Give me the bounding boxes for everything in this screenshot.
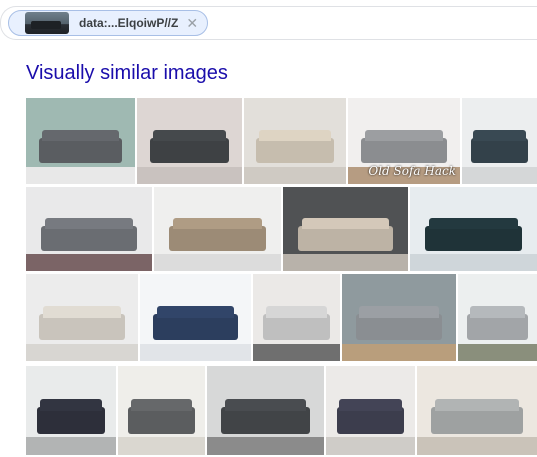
sofa-shape <box>431 406 523 434</box>
sofa-shape <box>128 406 195 434</box>
sofa-shape <box>361 137 447 164</box>
sofa-shape <box>355 314 443 341</box>
sofa-shape <box>153 314 238 341</box>
image-result[interactable] <box>253 274 340 361</box>
sofa-shape <box>39 314 125 341</box>
image-result[interactable] <box>458 274 537 361</box>
sofa-shape <box>169 225 266 251</box>
sofa-shape <box>39 137 122 164</box>
sofa-shape <box>336 406 405 434</box>
image-result[interactable] <box>417 366 537 455</box>
image-result[interactable] <box>118 366 205 455</box>
sofa-shape <box>298 225 393 251</box>
image-result[interactable] <box>154 187 281 271</box>
image-result[interactable] <box>137 98 242 184</box>
sofa-shape <box>149 137 230 164</box>
image-result[interactable] <box>244 98 346 184</box>
image-result[interactable] <box>342 274 456 361</box>
search-bar: data:...ElqoiwP//Z ✕ <box>0 0 537 44</box>
sofa-shape <box>36 406 106 434</box>
sofa-shape <box>256 137 334 164</box>
image-result[interactable] <box>26 187 152 271</box>
sofa-thumbnail <box>25 12 69 34</box>
image-result[interactable] <box>462 98 537 184</box>
image-result[interactable] <box>26 366 116 455</box>
chip-label: data:...ElqoiwP//Z <box>79 16 179 30</box>
image-result[interactable] <box>283 187 408 271</box>
image-result[interactable] <box>140 274 251 361</box>
image-result[interactable]: Old Sofa Hack <box>348 98 460 184</box>
sofa-shape <box>41 225 137 251</box>
image-result[interactable] <box>26 274 138 361</box>
image-result[interactable] <box>326 366 415 455</box>
image-result[interactable] <box>26 98 135 184</box>
sofa-shape <box>263 314 330 341</box>
sofa-shape <box>425 225 522 251</box>
image-result[interactable] <box>410 187 537 271</box>
section-title[interactable]: Visually similar images <box>26 61 228 85</box>
sofa-shape <box>221 406 310 434</box>
sofa-shape <box>467 314 528 341</box>
search-image-chip[interactable]: data:...ElqoiwP//Z ✕ <box>8 10 208 36</box>
image-caption: Old Sofa Hack <box>368 164 456 178</box>
sofa-shape <box>471 137 528 164</box>
close-icon[interactable]: ✕ <box>186 16 198 30</box>
image-result[interactable] <box>207 366 324 455</box>
